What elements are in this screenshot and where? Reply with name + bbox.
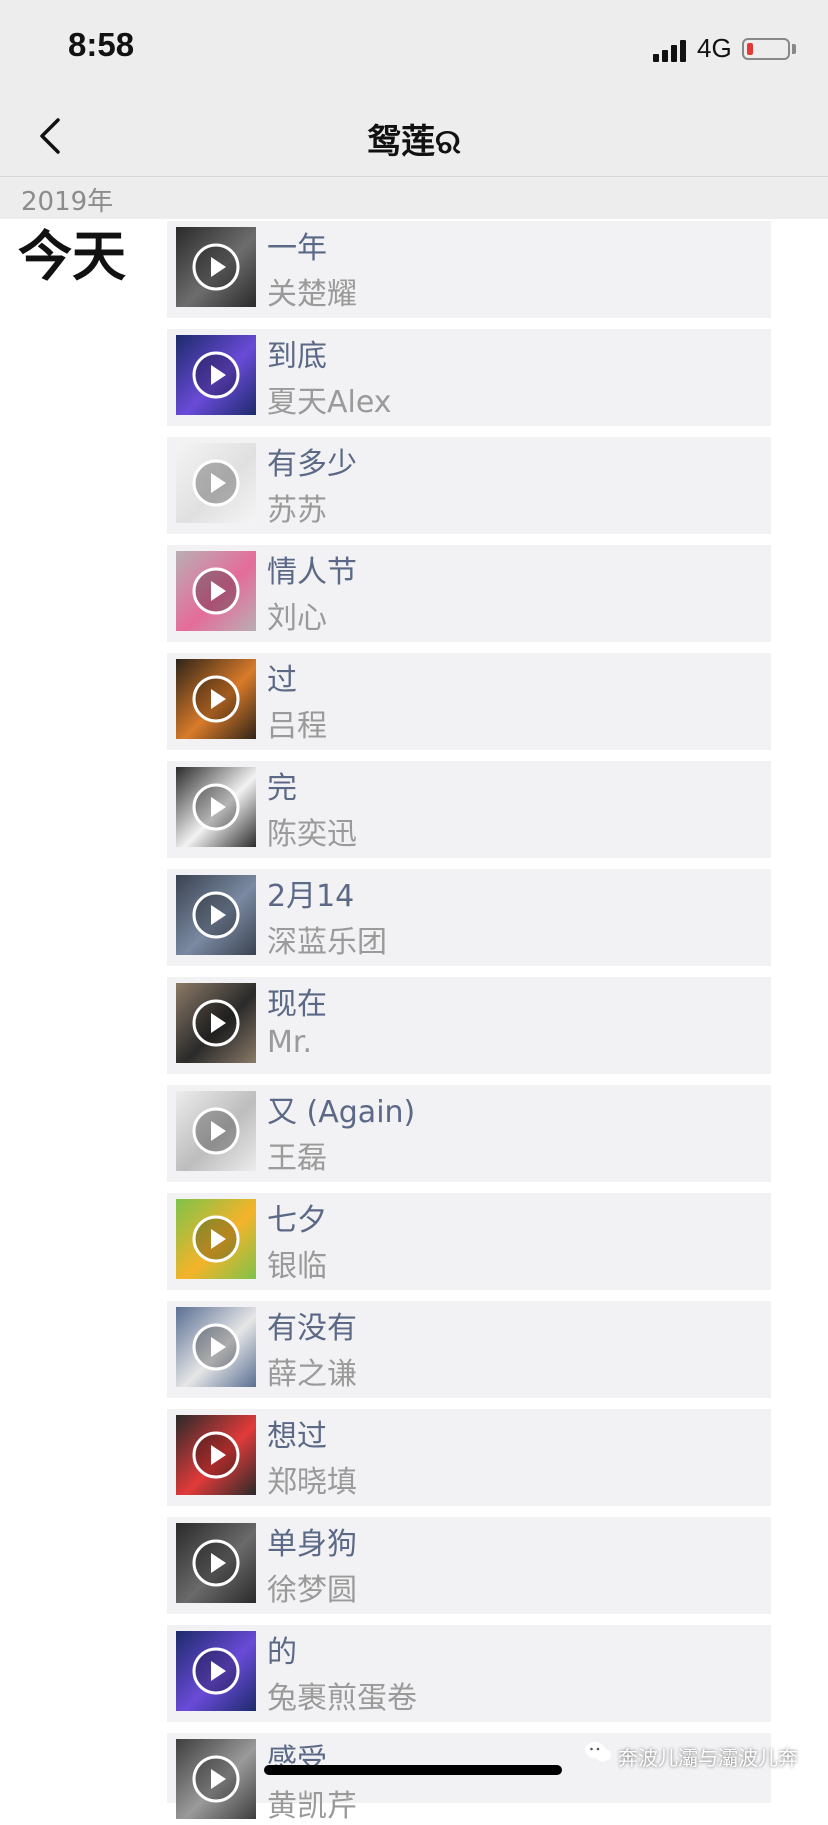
song-title: 有没有	[267, 1311, 357, 1346]
play-icon[interactable]	[191, 1430, 241, 1480]
song-title: 完	[267, 771, 297, 806]
play-icon[interactable]	[191, 458, 241, 508]
album-cover	[176, 1307, 256, 1387]
play-icon[interactable]	[191, 242, 241, 292]
song-title: 有多少	[267, 447, 357, 482]
album-cover	[176, 875, 256, 955]
music-item[interactable]: 到底夏天Alex	[167, 329, 771, 426]
song-title: 到底	[267, 339, 327, 374]
play-icon[interactable]	[191, 1646, 241, 1696]
play-icon[interactable]	[191, 350, 241, 400]
song-artist: 黄凯芹	[267, 1789, 357, 1824]
music-item[interactable]: 七夕 银临	[167, 1193, 771, 1290]
album-cover	[176, 1199, 256, 1279]
song-artist: 陈奕迅	[267, 817, 357, 852]
song-title: 的	[267, 1635, 297, 1670]
music-item[interactable]: 有多少 苏苏	[167, 437, 771, 534]
album-cover	[176, 983, 256, 1063]
music-item[interactable]: 完陈奕迅	[167, 761, 771, 858]
play-icon[interactable]	[191, 1754, 241, 1804]
album-cover	[176, 1631, 256, 1711]
wechat-icon	[584, 1740, 612, 1764]
song-artist: 徐梦圆	[267, 1573, 357, 1608]
play-icon[interactable]	[191, 1322, 241, 1372]
battery-level	[747, 43, 753, 55]
album-cover	[176, 1523, 256, 1603]
music-item[interactable]: 有没有 薛之谦	[167, 1301, 771, 1398]
battery-cap	[792, 44, 796, 54]
song-artist: 薛之谦	[267, 1357, 357, 1392]
play-icon[interactable]	[191, 1214, 241, 1264]
home-indicator[interactable]	[264, 1765, 562, 1775]
song-title: 情人节	[267, 555, 357, 590]
song-title: 一年	[267, 231, 327, 266]
day-label: 今天	[18, 225, 126, 288]
song-artist: 刘心	[267, 601, 327, 636]
music-item[interactable]: 的兔裹煎蛋卷	[167, 1625, 771, 1722]
music-item[interactable]: 单身狗 徐梦圆	[167, 1517, 771, 1614]
album-cover	[176, 659, 256, 739]
song-artist: 吕程	[267, 709, 327, 744]
music-item[interactable]: 情人节 刘心	[167, 545, 771, 642]
song-artist: 王磊	[267, 1141, 327, 1176]
play-icon[interactable]	[191, 1106, 241, 1156]
song-artist: 苏苏	[267, 493, 327, 528]
song-title: 2月14	[267, 879, 355, 914]
song-artist: 郑晓填	[267, 1465, 357, 1500]
song-title: 想过	[267, 1419, 327, 1454]
song-title: 现在	[267, 987, 327, 1022]
album-cover	[176, 227, 256, 307]
battery-icon	[742, 38, 790, 60]
song-title: 又 (Again)	[267, 1095, 416, 1130]
music-item[interactable]: 2月14 深蓝乐团	[167, 869, 771, 966]
song-artist: 深蓝乐团	[267, 925, 387, 960]
play-icon[interactable]	[191, 782, 241, 832]
album-cover	[176, 1739, 256, 1819]
status-bar: 8:58 4G	[0, 0, 828, 98]
play-icon[interactable]	[191, 566, 241, 616]
nav-bar: 鸳莲ର	[0, 98, 828, 177]
album-cover	[176, 1415, 256, 1495]
status-time: 8:58	[68, 26, 135, 63]
album-cover	[176, 551, 256, 631]
song-artist: Mr.	[267, 1025, 312, 1060]
network-type: 4G	[697, 33, 732, 63]
album-cover	[176, 767, 256, 847]
song-title: 单身狗	[267, 1527, 357, 1562]
play-icon[interactable]	[191, 1538, 241, 1588]
song-artist: 兔裹煎蛋卷	[267, 1681, 417, 1716]
page-title: 鸳莲ର	[367, 122, 461, 162]
song-title: 过	[267, 663, 297, 698]
song-artist: 关楚耀	[267, 277, 357, 312]
song-artist: 银临	[267, 1249, 327, 1284]
play-icon[interactable]	[191, 890, 241, 940]
album-cover	[176, 335, 256, 415]
watermark-text: 奔波儿灞与灞波儿奔	[618, 1746, 798, 1770]
album-cover	[176, 443, 256, 523]
play-icon[interactable]	[191, 998, 241, 1048]
album-cover	[176, 1091, 256, 1171]
signal-bars-icon	[653, 38, 689, 62]
music-item[interactable]: 现在 Mr.	[167, 977, 771, 1074]
play-icon[interactable]	[191, 674, 241, 724]
music-item[interactable]: 过吕程	[167, 653, 771, 750]
music-item[interactable]: 想过 郑晓填	[167, 1409, 771, 1506]
music-item[interactable]: 一年 关楚耀	[167, 221, 771, 318]
music-item[interactable]: 又 (Again) 王磊	[167, 1085, 771, 1182]
song-artist: 夏天Alex	[267, 385, 392, 420]
song-title: 七夕	[267, 1203, 327, 1238]
